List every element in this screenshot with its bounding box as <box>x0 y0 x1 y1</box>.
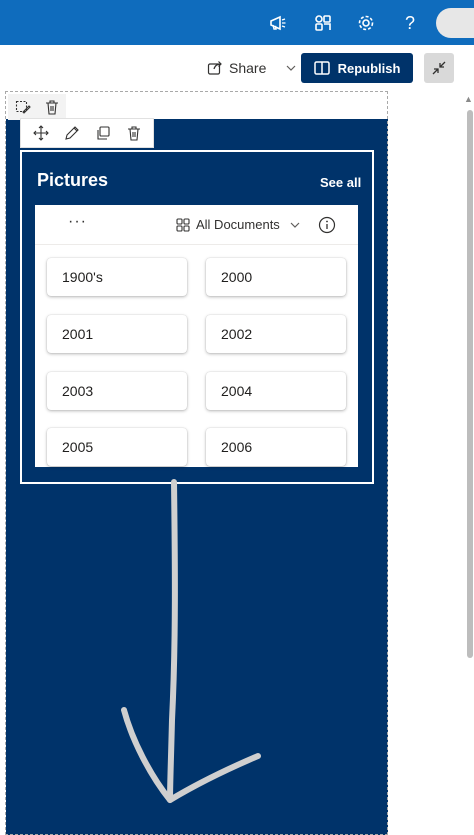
annotation-arrow <box>121 479 261 803</box>
scrollbar-thumb[interactable] <box>467 110 473 658</box>
scroll-up-icon[interactable]: ▲ <box>464 94 473 104</box>
